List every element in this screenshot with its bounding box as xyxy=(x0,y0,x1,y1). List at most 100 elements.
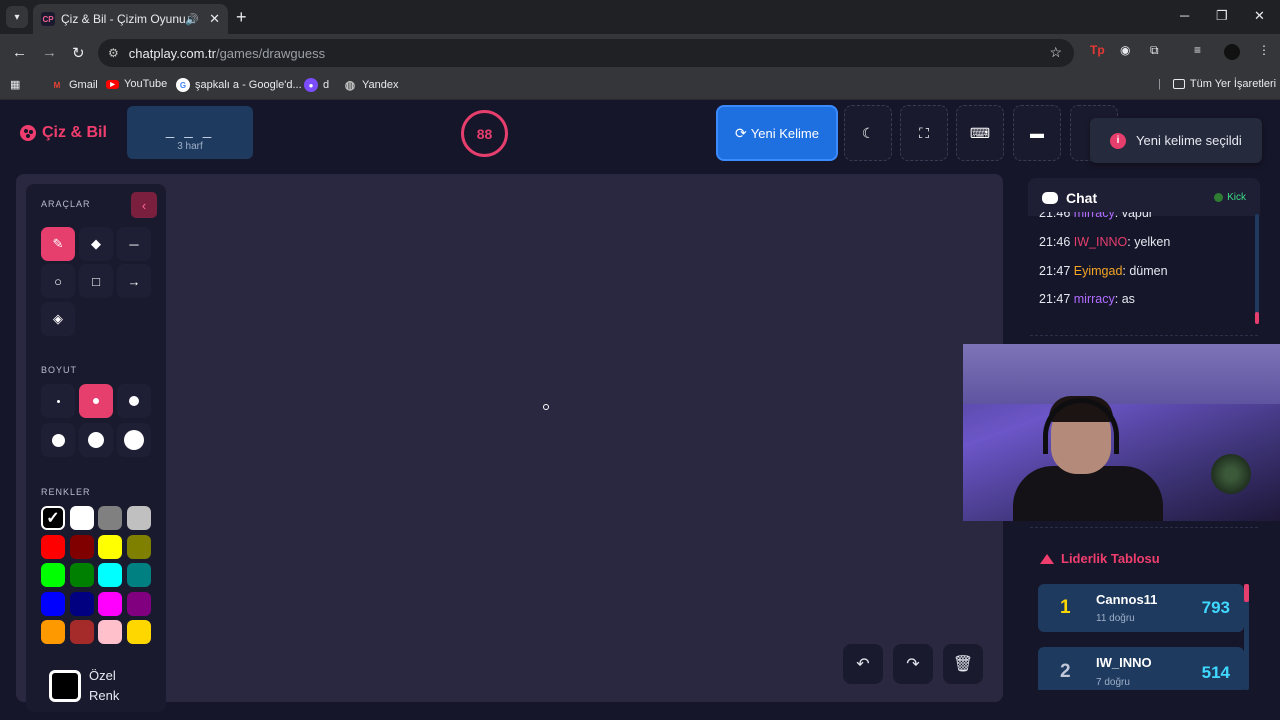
size-6[interactable] xyxy=(117,423,151,457)
color-swatch[interactable] xyxy=(69,591,94,616)
message-time: 21:46 xyxy=(1039,235,1071,249)
color-swatch[interactable] xyxy=(41,534,65,559)
size-4[interactable] xyxy=(41,423,75,457)
color-swatch[interactable] xyxy=(98,620,122,644)
platform-name: Kick xyxy=(1227,192,1246,203)
window-close-icon[interactable]: ✕ xyxy=(1254,8,1265,24)
brush-tool[interactable]: ✎ xyxy=(41,227,75,261)
message-text: dümen xyxy=(1129,264,1168,278)
new-word-label: Yeni Kelime xyxy=(750,125,819,141)
bookmark-gmail[interactable]: M Gmail xyxy=(50,78,98,92)
forward-icon[interactable]: → xyxy=(42,44,57,61)
bookmark-yandex[interactable]: ◍ Yandex xyxy=(343,78,399,92)
clear-canvas-button[interactable]: 🗑 xyxy=(943,644,983,684)
new-tab-button[interactable]: + xyxy=(236,7,247,28)
browser-menu-icon[interactable]: ⋮ xyxy=(1258,43,1270,57)
leaderboard-scroll-thumb[interactable] xyxy=(1244,584,1249,602)
message-user: IW_INNO xyxy=(1073,235,1128,249)
browser-tab-active[interactable]: CP Çiz & Bil - Çizim Oyunu 🔊 ✕ xyxy=(33,4,228,34)
audio-playing-icon[interactable]: 🔊 xyxy=(185,13,199,26)
collapse-tools-button[interactable]: ‹ xyxy=(131,192,157,218)
color-swatch[interactable] xyxy=(126,591,151,616)
apps-grid-icon[interactable]: ▦ xyxy=(10,78,20,91)
reload-icon[interactable]: ↻ xyxy=(72,44,85,62)
chat-panel: Chat Kick 21:46 mirracy: vapur 21:46 IW_… xyxy=(1028,178,1260,318)
rectangle-tool[interactable]: □ xyxy=(79,264,113,298)
dark-mode-button[interactable]: ☾ xyxy=(844,105,892,161)
media-control-icon[interactable]: ≡ xyxy=(1194,43,1201,57)
circle-tool[interactable]: ○ xyxy=(41,264,75,298)
site-info-icon[interactable]: ⚙ xyxy=(108,46,119,60)
color-swatch[interactable] xyxy=(41,591,65,616)
color-swatch[interactable] xyxy=(69,620,94,644)
minimize-icon[interactable]: ─ xyxy=(1180,8,1189,23)
color-swatch[interactable] xyxy=(126,620,151,644)
extension-face-icon[interactable]: ◉ xyxy=(1120,43,1130,57)
message-time: 21:47 xyxy=(1039,292,1071,306)
color-swatch[interactable] xyxy=(69,534,94,559)
new-word-button[interactable]: ⟳ Yeni Kelime xyxy=(716,105,838,161)
profile-avatar[interactable] xyxy=(1224,44,1240,60)
chat-header: Chat Kick xyxy=(1028,178,1260,216)
message-text: as xyxy=(1121,292,1135,306)
chat-scrollbar[interactable] xyxy=(1255,214,1259,324)
color-swatch[interactable] xyxy=(98,534,122,559)
undo-button[interactable]: ↶ xyxy=(843,644,883,684)
square-icon: □ xyxy=(92,273,100,289)
color-swatch[interactable] xyxy=(98,506,122,530)
leaderboard-scrollbar[interactable] xyxy=(1244,584,1249,690)
color-swatch[interactable]: ✓ xyxy=(41,506,65,530)
tab-search-chevron-icon[interactable]: ▾ xyxy=(6,6,28,28)
color-swatch[interactable] xyxy=(126,563,151,587)
custom-color-picker[interactable]: Özel Renk xyxy=(41,668,153,712)
size-1[interactable] xyxy=(41,384,75,418)
fullscreen-button[interactable]: ⛶ xyxy=(900,105,948,161)
custom-color-line1: Özel xyxy=(89,668,116,683)
back-icon[interactable]: ← xyxy=(12,44,27,61)
redo-button[interactable]: ↷ xyxy=(893,644,933,684)
custom-color-swatch[interactable] xyxy=(49,670,81,702)
google-icon: G xyxy=(176,78,190,92)
all-bookmarks[interactable]: | Tüm Yer İşaretleri xyxy=(1158,78,1276,90)
leaderboard-row: 2 IW_INNO 7 doğru 514 xyxy=(1038,647,1244,690)
bookmark-star-icon[interactable]: ☆ xyxy=(1049,44,1062,61)
leaderboard-score: 514 xyxy=(1201,663,1230,682)
size-5[interactable] xyxy=(79,423,113,457)
chat-bubbles-icon xyxy=(1042,192,1058,204)
tab-close-icon[interactable]: ✕ xyxy=(209,11,220,27)
eraser-tool[interactable]: ◆ xyxy=(79,227,113,261)
circle-icon: ○ xyxy=(54,273,62,289)
color-swatch[interactable] xyxy=(98,563,122,587)
divider xyxy=(1030,335,1258,336)
bookmark-youtube[interactable]: ▶ YouTube xyxy=(106,78,167,90)
chat-scroll-thumb[interactable] xyxy=(1255,312,1259,324)
color-swatch[interactable] xyxy=(126,534,151,559)
color-swatch[interactable] xyxy=(69,506,94,530)
maximize-icon[interactable]: ❐ xyxy=(1216,8,1228,24)
keyboard-button[interactable]: ⌨ xyxy=(956,105,1004,161)
color-swatch[interactable] xyxy=(41,620,65,644)
color-swatch[interactable] xyxy=(41,563,65,587)
bookmark-d[interactable]: ● d xyxy=(304,78,329,92)
url-path: /games/drawguess xyxy=(215,45,326,61)
color-swatch[interactable] xyxy=(69,563,94,587)
extension-tp-icon[interactable]: Tp xyxy=(1090,43,1105,57)
brand-logo[interactable]: Çiz & Bil xyxy=(20,124,107,142)
message-text: vapur xyxy=(1121,212,1153,220)
moon-icon: ☾ xyxy=(861,124,875,141)
color-swatch[interactable] xyxy=(98,591,122,616)
line-tool[interactable]: ─ xyxy=(117,227,151,261)
color-swatch[interactable] xyxy=(126,506,151,530)
extensions-puzzle-icon[interactable]: ⧉ xyxy=(1150,43,1159,58)
bookmark-label: YouTube xyxy=(124,78,168,90)
size-3[interactable] xyxy=(117,384,151,418)
address-bar[interactable]: ⚙ chatplay.com.tr/games/drawguess ☆ xyxy=(98,39,1074,67)
notification-toast: i Yeni kelime seçildi xyxy=(1090,118,1262,163)
arrow-tool[interactable]: → xyxy=(117,264,151,298)
fill-tool[interactable]: ◈ xyxy=(41,302,75,336)
archive-button[interactable]: ▬ xyxy=(1013,105,1061,161)
chat-title-text: Chat xyxy=(1066,190,1098,206)
size-2[interactable] xyxy=(79,384,113,418)
webcam-plant xyxy=(1211,454,1251,494)
bookmark-google-search[interactable]: Gşapkalı a - Google'd... xyxy=(176,78,302,92)
